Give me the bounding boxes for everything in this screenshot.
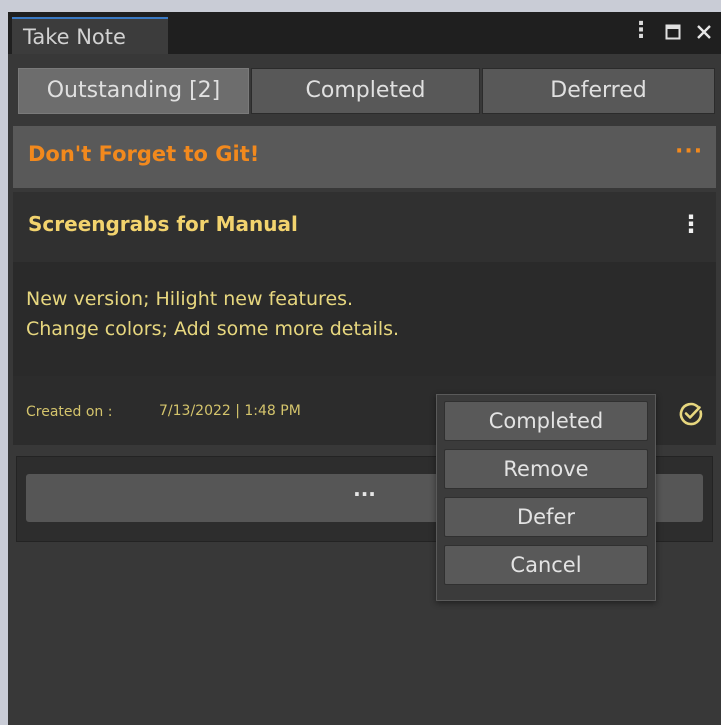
take-note-window: Take Note ⋮ Outstanding [2] Completed De… [8,12,721,725]
menu-item-remove[interactable]: Remove [444,449,648,489]
note-context-menu: Completed Remove Defer Cancel [436,394,656,601]
check-circle-icon[interactable] [677,400,705,428]
window-title: Take Note [23,25,126,49]
tab-outstanding[interactable]: Outstanding [2] [18,68,249,114]
note-item-git[interactable]: Don't Forget to Git! ··· [13,126,716,188]
window-menu-kebab-icon[interactable]: ⋮ [630,18,652,44]
note-card-title: Screengrabs for Manual [28,212,298,236]
note-body-line: Change colors; Add some more details. [26,318,400,340]
menu-item-completed[interactable]: Completed [444,401,648,441]
note-options-kebab-icon[interactable]: ⋮ [679,210,703,240]
created-on-value: 7/13/2022 | 1:48 PM [159,403,301,419]
note-card-body: New version; Hilight new features. Chang… [13,262,716,374]
created-on-label: Created on : [26,404,113,420]
tab-completed[interactable]: Completed [251,68,480,114]
note-more-icon[interactable]: ··· [675,139,703,164]
menu-item-defer[interactable]: Defer [444,497,648,537]
note-title: Don't Forget to Git! [28,142,260,166]
note-card-header[interactable]: Screengrabs for Manual ⋮ [13,192,716,262]
tab-deferred[interactable]: Deferred [482,68,715,114]
window-tab[interactable]: Take Note [12,17,168,54]
close-icon[interactable] [694,22,714,42]
maximize-icon[interactable] [665,24,681,40]
title-bar: Take Note ⋮ [8,12,721,54]
note-body-line: New version; Hilight new features. [26,288,354,310]
menu-item-cancel[interactable]: Cancel [444,545,648,585]
